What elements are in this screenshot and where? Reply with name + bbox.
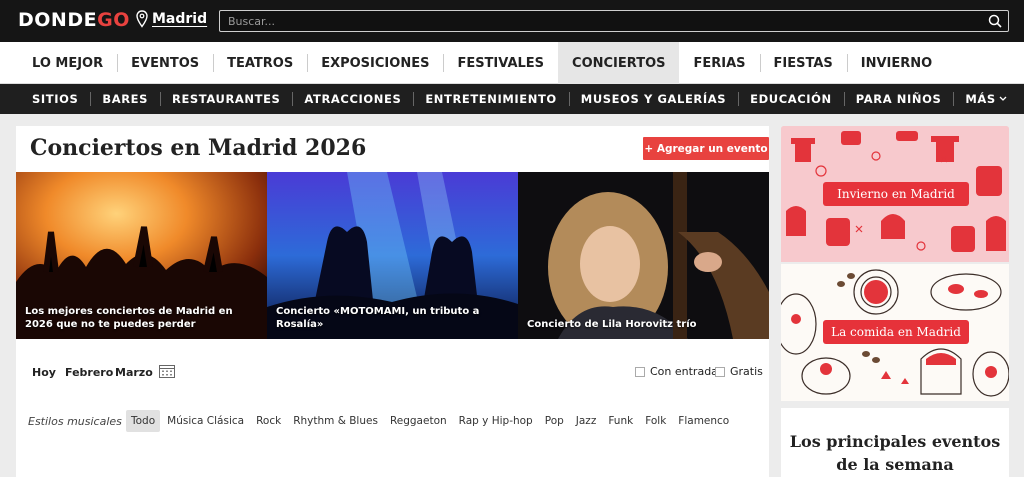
- nav-teatros[interactable]: TEATROS: [213, 42, 307, 84]
- subnav-educacion[interactable]: EDUCACIÓN: [738, 84, 844, 114]
- category-nav: LO MEJOR EVENTOS TEATROS EXPOSICIONES FE…: [0, 42, 1024, 84]
- subnav-entretenimiento[interactable]: ENTRETENIMIENTO: [413, 84, 568, 114]
- search-icon[interactable]: [988, 14, 1002, 28]
- sub-nav: SITIOS BARES RESTAURANTES ATRACCIONES EN…: [0, 84, 1024, 114]
- checkbox-label: Gratis: [730, 365, 763, 378]
- location-pin-icon: [136, 10, 148, 28]
- top-bar: DONDEGO Madrid: [0, 0, 1024, 42]
- search-box[interactable]: [219, 10, 1009, 32]
- style-pop[interactable]: Pop: [540, 410, 569, 432]
- style-flamenco[interactable]: Flamenco: [673, 410, 734, 432]
- nav-fiestas[interactable]: FIESTAS: [759, 42, 847, 84]
- free-checkbox[interactable]: Gratis: [715, 365, 763, 378]
- subnav-bares[interactable]: BARES: [90, 84, 160, 114]
- style-rhythm-blues[interactable]: Rhythm & Blues: [288, 410, 383, 432]
- style-funk[interactable]: Funk: [603, 410, 638, 432]
- subnav-sitios[interactable]: SITIOS: [20, 84, 90, 114]
- nav-conciertos[interactable]: CONCIERTOS: [558, 42, 680, 84]
- with-tickets-checkbox[interactable]: Con entradas: [635, 365, 724, 378]
- main-content: Conciertos en Madrid 2026 + Agregar un e…: [16, 126, 769, 477]
- date-filter-bar: Hoy Febrero Marzo Con entradas Gratis: [16, 362, 769, 382]
- calendar-icon[interactable]: [159, 364, 175, 378]
- page-title: Conciertos en Madrid 2026: [30, 135, 367, 161]
- checkbox-label: Con entradas: [650, 365, 724, 378]
- nav-lo-mejor[interactable]: LO MEJOR: [18, 42, 117, 84]
- subnav-para-ninos[interactable]: PARA NIÑOS: [843, 84, 954, 114]
- winter-promo-label[interactable]: Invierno en Madrid: [823, 182, 969, 206]
- search-input[interactable]: [220, 11, 980, 31]
- musician-portrait-image: [518, 172, 769, 339]
- food-promo-label[interactable]: La comida en Madrid: [823, 320, 969, 344]
- nav-exposiciones[interactable]: EXPOSICIONES: [307, 42, 443, 84]
- nav-eventos[interactable]: EVENTOS: [117, 42, 213, 84]
- nav-ferias[interactable]: FERIAS: [679, 42, 759, 84]
- music-styles-filter: Estilos musicales Todo Música Clásica Ro…: [16, 410, 769, 432]
- style-todo[interactable]: Todo: [126, 410, 161, 432]
- style-musica-clasica[interactable]: Música Clásica: [162, 410, 249, 432]
- checkbox-box[interactable]: [715, 366, 725, 377]
- date-march-link[interactable]: Marzo: [115, 366, 153, 379]
- subnav-mas[interactable]: MÁS: [953, 84, 1018, 114]
- card-caption: Concierto de Lila Horovitz trío: [527, 319, 697, 330]
- card-caption: Concierto «MOTOMAMI, un tributo a Rosalí…: [276, 306, 480, 330]
- style-jazz[interactable]: Jazz: [571, 410, 602, 432]
- week-events-title: Los principales eventos de la semana: [789, 432, 1001, 474]
- week-events-box: Los principales eventos de la semana: [781, 408, 1009, 477]
- subnav-atracciones[interactable]: ATRACCIONES: [292, 84, 413, 114]
- style-folk[interactable]: Folk: [640, 410, 671, 432]
- nav-festivales[interactable]: FESTIVALES: [443, 42, 558, 84]
- subnav-mas-label: MÁS: [965, 92, 996, 106]
- date-february-link[interactable]: Febrero: [65, 366, 113, 379]
- style-reggaeton[interactable]: Reggaeton: [385, 410, 452, 432]
- featured-card[interactable]: Los mejores conciertos de Madrid en 2026…: [16, 172, 267, 339]
- nav-invierno[interactable]: INVIERNO: [846, 42, 946, 84]
- city-name[interactable]: Madrid: [152, 11, 207, 27]
- featured-card[interactable]: Concierto «MOTOMAMI, un tributo a Rosalí…: [267, 172, 518, 339]
- featured-card[interactable]: Concierto de Lila Horovitz trío: [518, 172, 769, 339]
- winter-promo-banner[interactable]: Invierno en Madrid: [781, 126, 1009, 262]
- food-promo-banner[interactable]: La comida en Madrid: [781, 264, 1009, 401]
- subnav-restaurantes[interactable]: RESTAURANTES: [160, 84, 292, 114]
- city-selector[interactable]: Madrid: [136, 10, 207, 28]
- card-caption: Los mejores conciertos de Madrid en 2026…: [25, 306, 233, 330]
- featured-cards: Los mejores conciertos de Madrid en 2026…: [16, 172, 769, 339]
- add-event-button[interactable]: + Agregar un evento: [643, 137, 769, 160]
- style-rap-hip-hop[interactable]: Rap y Hip-hop: [454, 410, 538, 432]
- style-rock[interactable]: Rock: [251, 410, 286, 432]
- date-today-link[interactable]: Hoy: [32, 366, 56, 379]
- chevron-down-icon: [999, 96, 1007, 101]
- subnav-museos[interactable]: MUSEOS Y GALERÍAS: [568, 84, 738, 114]
- music-styles-label: Estilos musicales: [28, 415, 122, 428]
- checkbox-box[interactable]: [635, 366, 645, 377]
- site-logo[interactable]: DONDEGO: [18, 9, 130, 31]
